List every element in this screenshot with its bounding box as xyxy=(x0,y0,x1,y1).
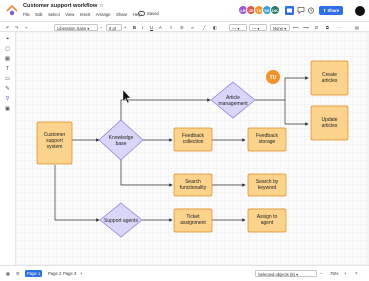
mouse-pointer-icon xyxy=(122,89,131,104)
grid-view-icon[interactable]: ▦ xyxy=(6,270,10,277)
help-icon[interactable]: ? xyxy=(355,270,357,277)
svg-text:Search bykeyword: Search by keyword xyxy=(256,179,279,191)
collaborator-cursor: TU xyxy=(266,70,280,84)
page-list-icon[interactable]: ☰ xyxy=(16,270,20,277)
flowchart: Customer support system Feedback collection… xyxy=(36,60,349,238)
svg-text:Createarticles: Create articles xyxy=(322,72,338,84)
svg-text:Support agents: Support agents xyxy=(104,218,138,224)
node-feedback-storage[interactable]: Feedback storage xyxy=(247,127,287,152)
connector[interactable] xyxy=(120,160,173,187)
connector[interactable] xyxy=(120,98,211,120)
node-assign-to-agent[interactable]: Assign to agent xyxy=(247,208,287,233)
node-feedback-collection[interactable]: Feedback collection xyxy=(173,127,213,152)
node-ticket-assignment[interactable]: Ticket assignment xyxy=(173,208,213,233)
tab-page-1[interactable]: Page 1 xyxy=(25,270,43,277)
add-page-button[interactable]: + xyxy=(80,270,82,277)
zoom-out-icon[interactable]: − xyxy=(320,270,322,277)
node-create-articles[interactable]: Create articles xyxy=(310,60,349,96)
node-search-functionality[interactable]: Search functionality xyxy=(173,173,213,197)
tab-page-3[interactable]: Page 3 xyxy=(63,270,76,277)
zoom-level[interactable]: 75% xyxy=(330,270,338,277)
node-support-agents[interactable]: Support agents xyxy=(99,202,143,238)
node-knowledge-base[interactable]: Knowledge base xyxy=(98,119,144,161)
node-search-by-keyword[interactable]: Search by keyword xyxy=(247,173,287,197)
node-customer-support-system[interactable]: Customer support system xyxy=(36,121,73,165)
connector[interactable] xyxy=(284,100,309,126)
svg-text:Feedbackstorage: Feedback storage xyxy=(256,133,278,145)
bottom-bar: ▦ ☰ Page 1 Page 2 Page 3 + Selected obje… xyxy=(0,265,369,281)
node-update-articles[interactable]: Update articles xyxy=(310,105,349,141)
selection-label: Selected objects (6) xyxy=(258,272,296,277)
svg-text:Updatearticles: Update articles xyxy=(321,117,337,129)
connector[interactable] xyxy=(255,76,309,101)
tab-page-2[interactable]: Page 2 xyxy=(48,270,61,277)
zoom-in-icon[interactable]: + xyxy=(344,270,346,277)
node-article-management[interactable]: Article management xyxy=(210,81,256,119)
collaborator-cursor-label: TU xyxy=(270,75,277,81)
connector[interactable] xyxy=(54,165,100,222)
svg-text:Feedbackcollection: Feedback collection xyxy=(182,133,204,145)
svg-text:Customersupportsystem: Customer support system xyxy=(44,132,66,150)
selection-dropdown[interactable]: Selected objects (6) ▾ xyxy=(255,270,317,277)
